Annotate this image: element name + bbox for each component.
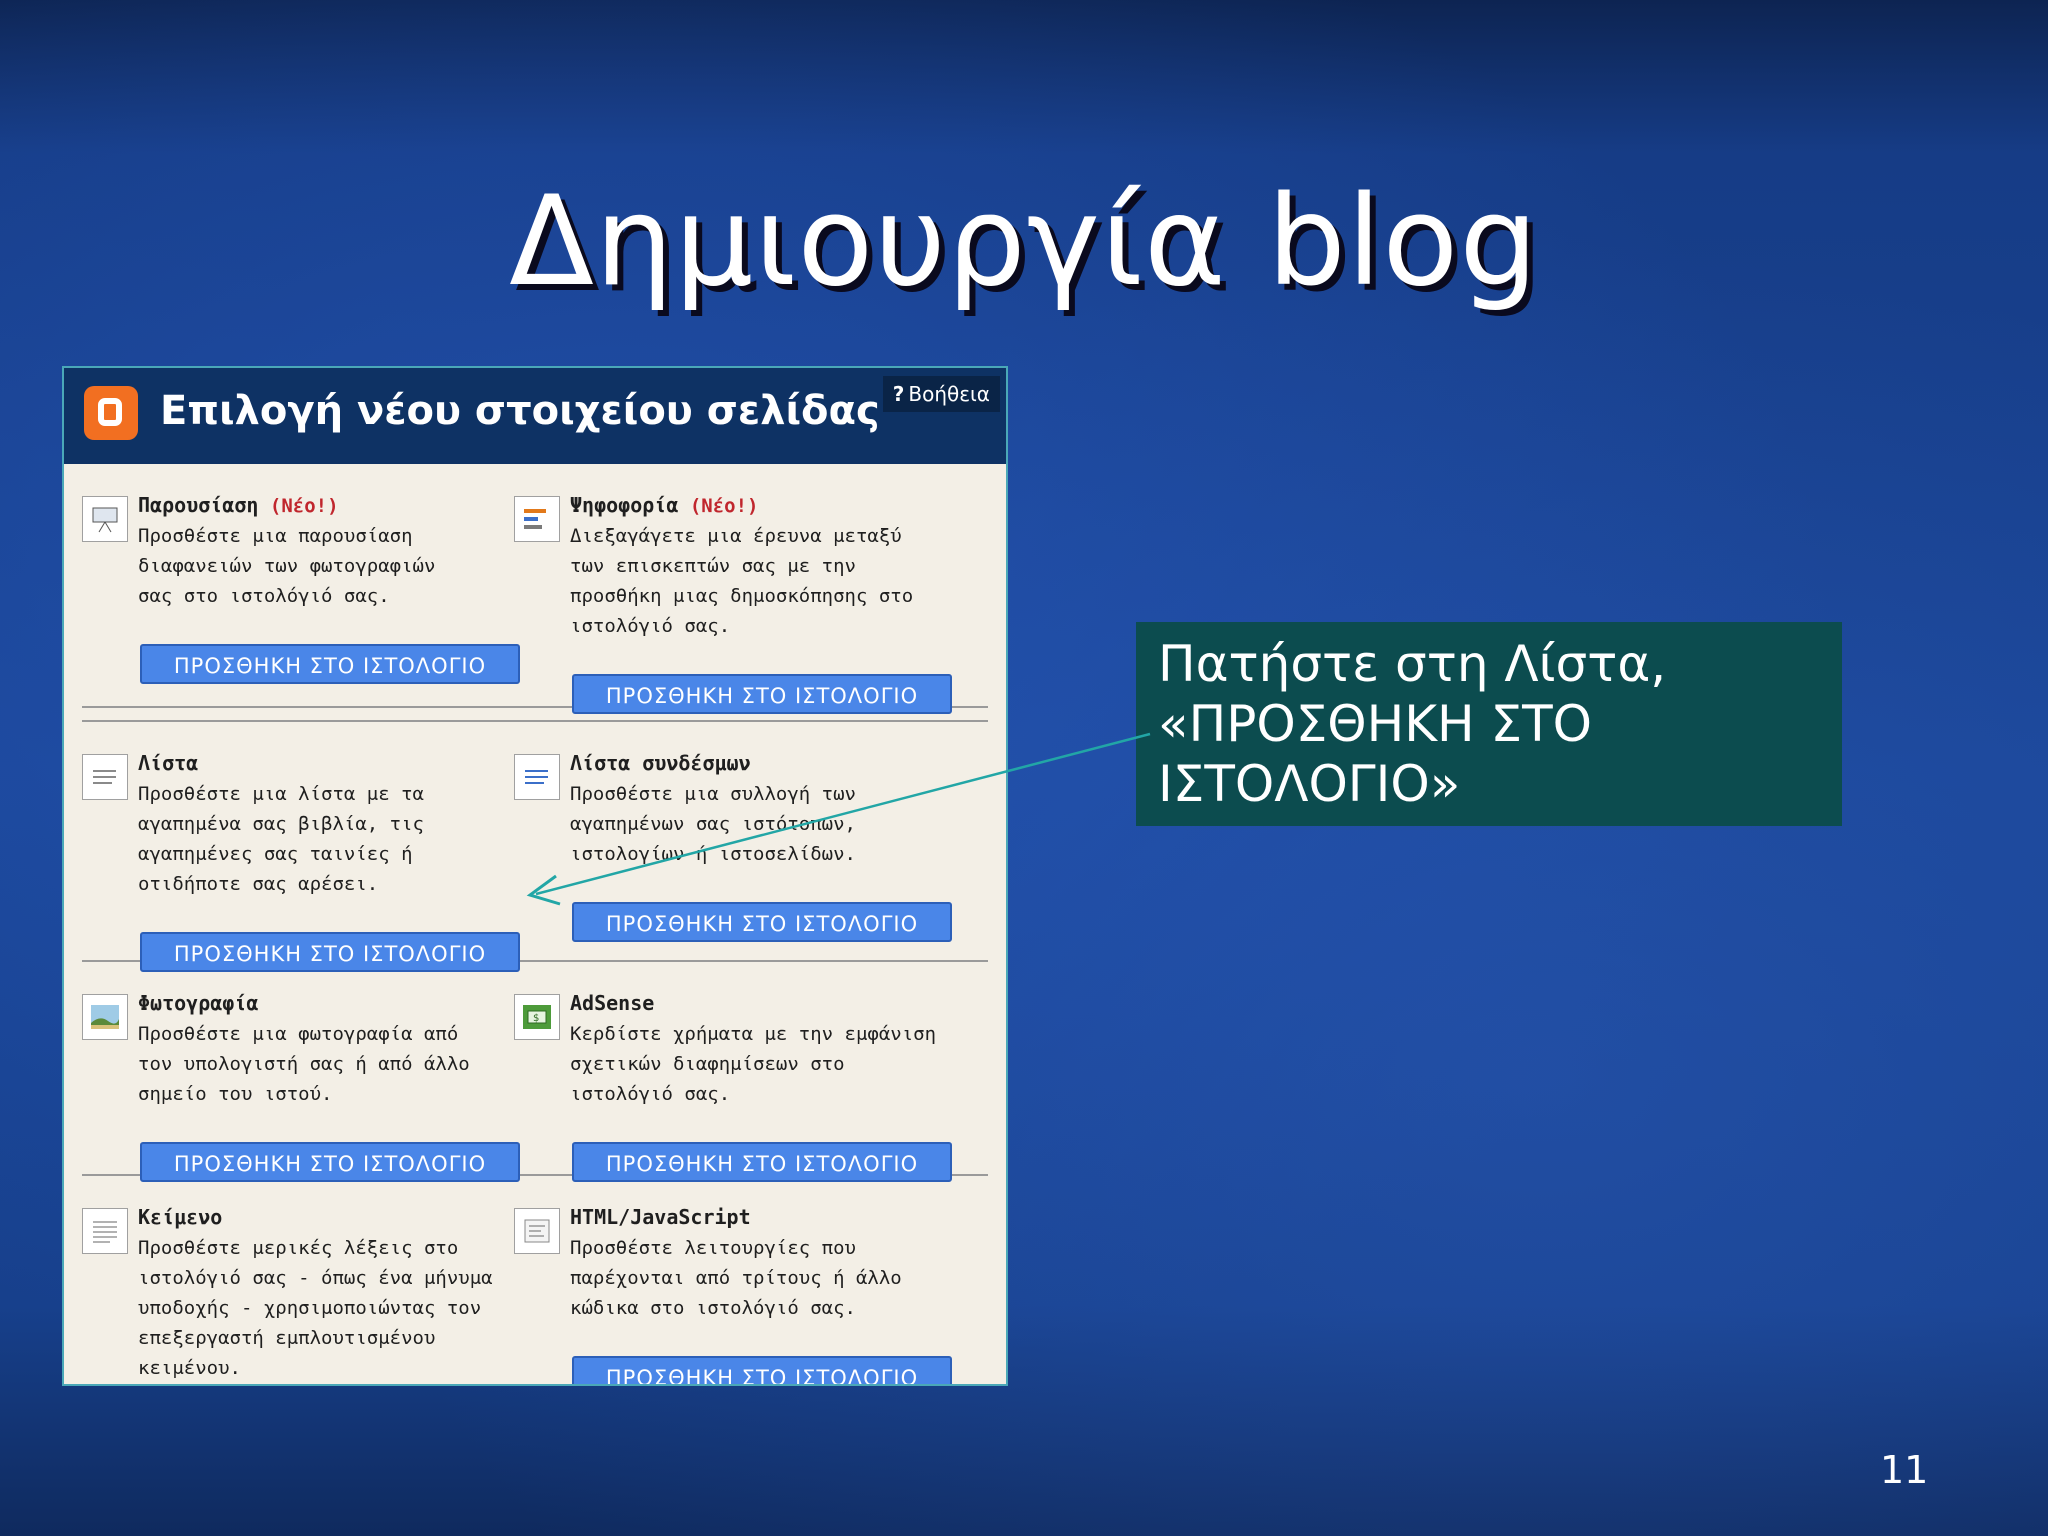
page-number: 11 <box>1880 1448 1929 1492</box>
arrow-line <box>535 732 1151 896</box>
pointer-arrow <box>526 732 1151 906</box>
